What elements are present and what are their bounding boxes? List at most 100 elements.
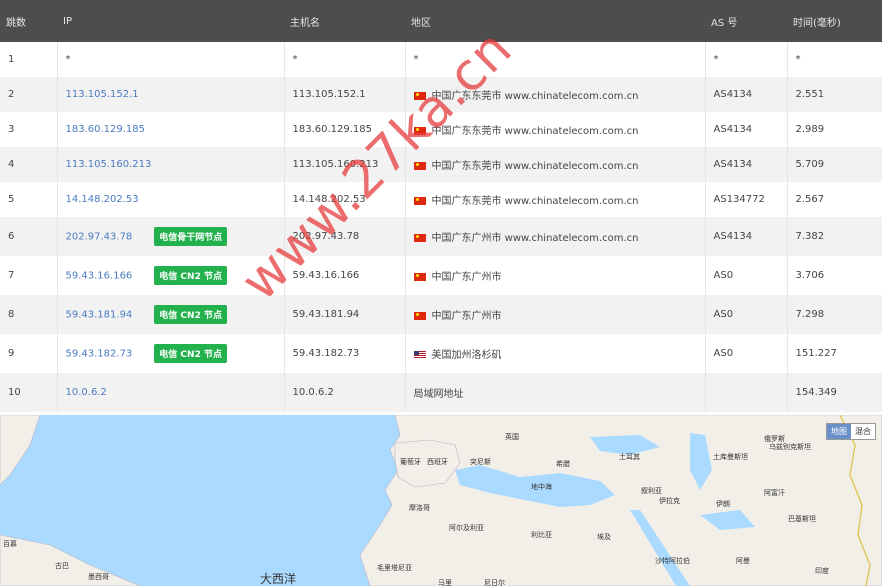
cell-hop: 8 bbox=[0, 295, 58, 334]
cell-region: 中国广东东莞市 www.chinatelecom.com.cn bbox=[405, 112, 706, 147]
china-flag-icon bbox=[413, 234, 426, 242]
cell-region: 中国广东广州市 bbox=[405, 295, 706, 334]
cell-time: 3.706 bbox=[787, 256, 882, 295]
table-row: 6 202.97.43.78 电信骨干网节点 202.97.43.78 中国广东广州市 … bbox=[0, 217, 882, 256]
node-badge: 电信 CN2 节点 bbox=[154, 305, 227, 324]
ip-link[interactable]: 202.97.43.78 bbox=[66, 232, 133, 243]
china-flag-icon bbox=[413, 162, 426, 170]
cell-asn: AS0 bbox=[705, 256, 788, 295]
map-label-india: 印度 bbox=[815, 567, 829, 575]
map-type-map-button[interactable]: 地图 bbox=[827, 424, 851, 439]
map-label-uzbekistan: 乌兹别克斯坦 bbox=[769, 443, 811, 451]
header-asn: AS 号 bbox=[705, 0, 787, 42]
cell-hop: 3 bbox=[0, 112, 58, 147]
route-map[interactable]: 英国 俄罗斯 葡萄牙 西班牙 希腊 土耳其 土库曼斯坦 乌兹别克斯坦 突尼斯 地… bbox=[0, 415, 882, 586]
cell-hop: 7 bbox=[0, 256, 58, 295]
region-text: 中国广东东莞市 www.chinatelecom.com.cn bbox=[431, 126, 639, 137]
map-label-cuba: 古巴 bbox=[55, 562, 69, 570]
table-row: 10 10.0.6.2 10.0.6.2 局域网地址 154.349 bbox=[0, 373, 882, 412]
cell-time: 2.567 bbox=[787, 182, 882, 217]
header-hop: 跳数 bbox=[0, 0, 57, 42]
cell-ip: * bbox=[57, 42, 285, 77]
ip-link[interactable]: 59.43.16.166 bbox=[66, 271, 133, 282]
ip-link[interactable]: 59.43.181.94 bbox=[66, 310, 133, 321]
landmass-caribbean bbox=[0, 534, 141, 586]
cell-hostname: 113.105.152.1 bbox=[284, 77, 406, 112]
map-label-tunisia: 突尼斯 bbox=[470, 458, 491, 466]
cell-hostname: 59.43.181.94 bbox=[284, 295, 406, 334]
region-text: 中国广东广州市 bbox=[431, 272, 502, 283]
cell-ip: 113.105.160.213 bbox=[57, 147, 285, 182]
cell-asn: AS4134 bbox=[705, 217, 788, 256]
map-type-switch: 地图 混合 bbox=[826, 423, 876, 440]
china-flag-icon bbox=[413, 312, 426, 320]
map-type-hybrid-button[interactable]: 混合 bbox=[851, 424, 875, 439]
cell-hop: 6 bbox=[0, 217, 58, 256]
cell-time: * bbox=[787, 42, 882, 77]
map-label-greece: 希腊 bbox=[556, 460, 570, 468]
table-row: 7 59.43.16.166 电信 CN2 节点 59.43.16.166 中国广东广州… bbox=[0, 256, 882, 295]
china-flag-icon bbox=[413, 92, 426, 100]
traceroute-table: 跳数 IP 主机名 地区 AS 号 时间(毫秒) 1 * * * * * 2 113.105.… bbox=[0, 0, 882, 412]
map-label-iraq: 伊拉克 bbox=[659, 497, 680, 505]
ip-link[interactable]: 113.105.160.213 bbox=[66, 159, 152, 170]
ip-link[interactable]: 113.105.152.1 bbox=[66, 89, 139, 100]
cell-time: 5.709 bbox=[787, 147, 882, 182]
table-row: 9 59.43.182.73 电信 CN2 节点 59.43.182.73 美国加州洛杉… bbox=[0, 334, 882, 373]
cell-region: 中国广东东莞市 www.chinatelecom.com.cn bbox=[405, 147, 706, 182]
cell-time: 154.349 bbox=[787, 373, 882, 412]
cell-asn: AS0 bbox=[705, 334, 788, 373]
map-label-turkey: 土耳其 bbox=[619, 453, 640, 461]
map-label-portugal: 葡萄牙 bbox=[400, 458, 421, 466]
region-text: 中国广东东莞市 www.chinatelecom.com.cn bbox=[431, 161, 639, 172]
table-row: 4 113.105.160.213 113.105.160.213 中国广东东莞市 w… bbox=[0, 147, 882, 182]
table-row: 2 113.105.152.1 113.105.152.1 中国广东东莞市 www.c… bbox=[0, 77, 882, 112]
cell-hop: 2 bbox=[0, 77, 58, 112]
map-label-turkmenistan: 土库曼斯坦 bbox=[713, 453, 748, 461]
usa-flag-icon bbox=[413, 351, 426, 359]
cell-region: 中国广东广州市 www.chinatelecom.com.cn bbox=[405, 217, 706, 256]
cell-hostname: * bbox=[284, 42, 406, 77]
cell-hostname: 59.43.16.166 bbox=[284, 256, 406, 295]
region-text: 中国广东东莞市 www.chinatelecom.com.cn bbox=[431, 91, 639, 102]
map-label-pakistan: 巴基斯坦 bbox=[788, 515, 816, 523]
cell-time: 7.298 bbox=[787, 295, 882, 334]
cell-asn bbox=[705, 373, 788, 412]
cell-region: 美国加州洛杉矶 bbox=[405, 334, 706, 373]
header-hostname: 主机名 bbox=[284, 0, 405, 42]
node-badge: 电信 CN2 节点 bbox=[154, 344, 227, 363]
cell-hostname: 183.60.129.185 bbox=[284, 112, 406, 147]
cell-region: 中国广东广州市 bbox=[405, 256, 706, 295]
cell-time: 2.989 bbox=[787, 112, 882, 147]
header-region: 地区 bbox=[405, 0, 705, 42]
cell-hop: 1 bbox=[0, 42, 58, 77]
cell-hop: 5 bbox=[0, 182, 58, 217]
cell-time: 2.551 bbox=[787, 77, 882, 112]
cell-asn: * bbox=[705, 42, 788, 77]
cell-ip: 59.43.182.73 电信 CN2 节点 bbox=[57, 334, 285, 373]
cell-ip: 202.97.43.78 电信骨干网节点 bbox=[57, 217, 285, 256]
cell-ip: 183.60.129.185 bbox=[57, 112, 285, 147]
map-label-morocco: 摩洛哥 bbox=[409, 504, 430, 512]
ip-link[interactable]: 59.43.182.73 bbox=[66, 349, 133, 360]
cell-time: 151.227 bbox=[787, 334, 882, 373]
map-label-niger: 尼日尔 bbox=[484, 579, 505, 586]
node-badge: 电信 CN2 节点 bbox=[154, 266, 227, 285]
map-label-iran: 伊朗 bbox=[716, 500, 730, 508]
cell-ip: 14.148.202.53 bbox=[57, 182, 285, 217]
ip-link[interactable]: 183.60.129.185 bbox=[66, 124, 146, 135]
ip-link[interactable]: 10.0.6.2 bbox=[66, 387, 107, 398]
cell-asn: AS134772 bbox=[705, 182, 788, 217]
cell-hop: 4 bbox=[0, 147, 58, 182]
ip-link[interactable]: 14.148.202.53 bbox=[66, 194, 139, 205]
cell-hostname: 202.97.43.78 bbox=[284, 217, 406, 256]
map-label-mediterranean: 地中海 bbox=[531, 483, 552, 491]
region-text: 中国广东东莞市 www.chinatelecom.com.cn bbox=[431, 196, 639, 207]
node-badge: 电信骨干网节点 bbox=[154, 227, 228, 246]
table-row: 5 14.148.202.53 14.148.202.53 中国广东东莞市 www.c… bbox=[0, 182, 882, 217]
map-label-uk: 英国 bbox=[505, 433, 519, 441]
cell-ip: 10.0.6.2 bbox=[57, 373, 285, 412]
cell-hostname: 14.148.202.53 bbox=[284, 182, 406, 217]
cell-ip: 113.105.152.1 bbox=[57, 77, 285, 112]
map-label-atlantic: 大西洋 bbox=[260, 572, 297, 586]
